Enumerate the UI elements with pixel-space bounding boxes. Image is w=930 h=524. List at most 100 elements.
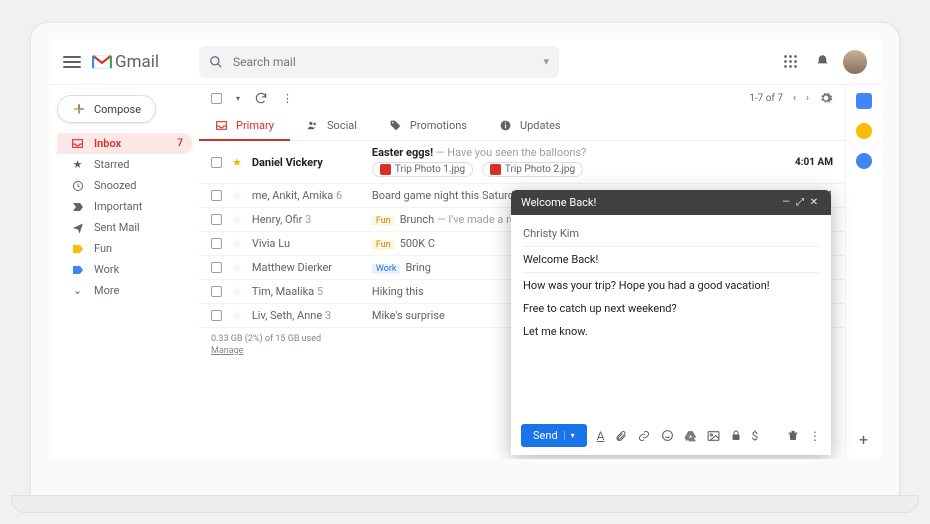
sidebar: Compose Inbox7 ★Starred Snoozed Importan… xyxy=(49,85,199,459)
pagination-count: 1-7 of 7 xyxy=(749,93,783,104)
send-button[interactable]: Send▾ xyxy=(521,424,587,447)
more-icon[interactable]: ⋮ xyxy=(282,92,294,105)
tab-primary[interactable]: Primary xyxy=(199,111,290,140)
email-from: Tim, Maalika 5 xyxy=(252,285,362,298)
minimize-icon[interactable]: — xyxy=(779,197,793,208)
row-checkbox[interactable] xyxy=(211,238,222,249)
email-from: Daniel Vickery xyxy=(252,156,362,169)
star-icon[interactable]: ☆ xyxy=(232,237,242,250)
search-input[interactable] xyxy=(233,55,533,69)
prev-page-icon[interactable]: ‹ xyxy=(793,93,796,104)
inbox-icon xyxy=(71,137,84,150)
row-checkbox[interactable] xyxy=(211,310,222,321)
compose-body[interactable]: How was your trip? Hope you had a good v… xyxy=(523,279,819,408)
app-name: Gmail xyxy=(115,52,159,72)
select-dropdown-icon[interactable]: ▾ xyxy=(236,94,240,103)
lock-timer-icon[interactable] xyxy=(730,429,742,442)
send-options-icon[interactable]: ▾ xyxy=(564,431,575,440)
star-icon[interactable]: ☆ xyxy=(232,309,242,322)
nav-list: Inbox7 ★Starred Snoozed Important Sent M… xyxy=(57,133,193,301)
nav-snoozed[interactable]: Snoozed xyxy=(57,175,193,196)
add-addon-icon[interactable]: + xyxy=(859,430,868,459)
plus-icon xyxy=(72,102,86,116)
nav-important[interactable]: Important xyxy=(57,196,193,217)
star-icon[interactable]: ☆ xyxy=(232,189,242,202)
nav-fun[interactable]: Fun xyxy=(57,238,193,259)
link-icon[interactable] xyxy=(637,430,651,442)
discard-icon[interactable] xyxy=(787,429,799,442)
tasks-addon-icon[interactable] xyxy=(856,153,872,169)
nav-starred[interactable]: ★Starred xyxy=(57,154,193,175)
list-toolbar: ▾ ⋮ 1-7 of 7 ‹ › xyxy=(199,85,845,111)
nav-more[interactable]: ⌄More xyxy=(57,280,193,301)
email-from: Vivia Lu xyxy=(252,237,362,250)
email-from: Liv, Seth, Anne 3 xyxy=(252,309,362,322)
apps-icon[interactable] xyxy=(779,51,801,73)
attachment-chip[interactable]: Trip Photo 1.jpg xyxy=(372,162,473,177)
clock-icon xyxy=(71,179,84,192)
format-icon[interactable]: A xyxy=(597,429,605,443)
refresh-icon[interactable] xyxy=(254,91,268,105)
row-checkbox[interactable] xyxy=(211,214,222,225)
star-icon: ★ xyxy=(71,158,84,171)
email-time: 4:01 AM xyxy=(793,157,833,168)
more-options-icon[interactable]: ⋮ xyxy=(809,429,821,443)
email-row[interactable]: ★ Daniel Vickery Easter eggs! — Have you… xyxy=(199,141,845,184)
label-icon xyxy=(71,263,84,276)
compose-titlebar[interactable]: Welcome Back! — ⤢ ✕ xyxy=(511,190,831,215)
search-bar[interactable]: ▾ xyxy=(199,46,559,78)
photo-icon[interactable] xyxy=(707,430,720,442)
money-icon[interactable]: $ xyxy=(752,429,759,443)
nav-sent[interactable]: Sent Mail xyxy=(57,217,193,238)
email-from: Henry, Ofir 3 xyxy=(252,213,362,226)
tag-icon xyxy=(389,119,402,132)
select-all-checkbox[interactable] xyxy=(211,93,222,104)
compose-button[interactable]: Compose xyxy=(57,95,156,123)
label-badge: Fun xyxy=(372,240,395,250)
label-icon xyxy=(71,242,84,255)
star-icon[interactable]: ☆ xyxy=(232,285,242,298)
email-subject: Board game night this Saturday? xyxy=(372,189,530,202)
compose-label: Compose xyxy=(94,103,141,116)
tab-promotions[interactable]: Promotions xyxy=(373,111,483,140)
tab-social[interactable]: Social xyxy=(290,111,373,140)
nav-work[interactable]: Work xyxy=(57,259,193,280)
laptop-base xyxy=(11,495,919,513)
settings-icon[interactable] xyxy=(819,91,833,105)
image-icon xyxy=(380,164,391,175)
attach-icon[interactable] xyxy=(615,429,627,443)
search-options-icon[interactable]: ▾ xyxy=(543,55,549,68)
main-menu-icon[interactable] xyxy=(63,53,81,71)
nav-inbox[interactable]: Inbox7 xyxy=(57,133,193,154)
close-icon[interactable]: ✕ xyxy=(807,197,821,208)
manage-storage-link[interactable]: Manage xyxy=(211,346,243,356)
label-badge: Fun xyxy=(372,216,395,226)
fullscreen-icon[interactable]: ⤢ xyxy=(793,197,807,208)
compose-title: Welcome Back! xyxy=(521,196,596,209)
row-checkbox[interactable] xyxy=(211,262,222,273)
attachment-chip[interactable]: Trip Photo 2.jpg xyxy=(482,162,583,177)
calendar-addon-icon[interactable] xyxy=(856,93,872,109)
important-icon xyxy=(71,200,84,213)
row-checkbox[interactable] xyxy=(211,157,222,168)
row-checkbox[interactable] xyxy=(211,286,222,297)
email-snippet: — Have you seen the balloons? xyxy=(433,146,586,159)
star-icon[interactable]: ★ xyxy=(232,156,242,169)
tab-updates[interactable]: Updates xyxy=(483,111,577,140)
compose-subject[interactable]: Welcome Back! xyxy=(523,249,819,273)
gmail-logo[interactable]: Gmail xyxy=(91,52,159,72)
account-avatar[interactable] xyxy=(843,50,867,74)
send-icon xyxy=(71,221,84,234)
star-icon[interactable]: ☆ xyxy=(232,213,242,226)
notifications-icon[interactable] xyxy=(811,51,833,73)
drive-icon[interactable] xyxy=(684,430,697,442)
next-page-icon[interactable]: › xyxy=(806,93,809,104)
search-icon xyxy=(209,55,223,69)
inbox-icon xyxy=(215,119,228,132)
email-from: Matthew Dierker xyxy=(252,261,362,274)
keep-addon-icon[interactable] xyxy=(856,123,872,139)
star-icon[interactable]: ☆ xyxy=(232,261,242,274)
compose-to[interactable]: Christy Kim xyxy=(523,223,819,247)
row-checkbox[interactable] xyxy=(211,190,222,201)
emoji-icon[interactable] xyxy=(661,429,674,442)
